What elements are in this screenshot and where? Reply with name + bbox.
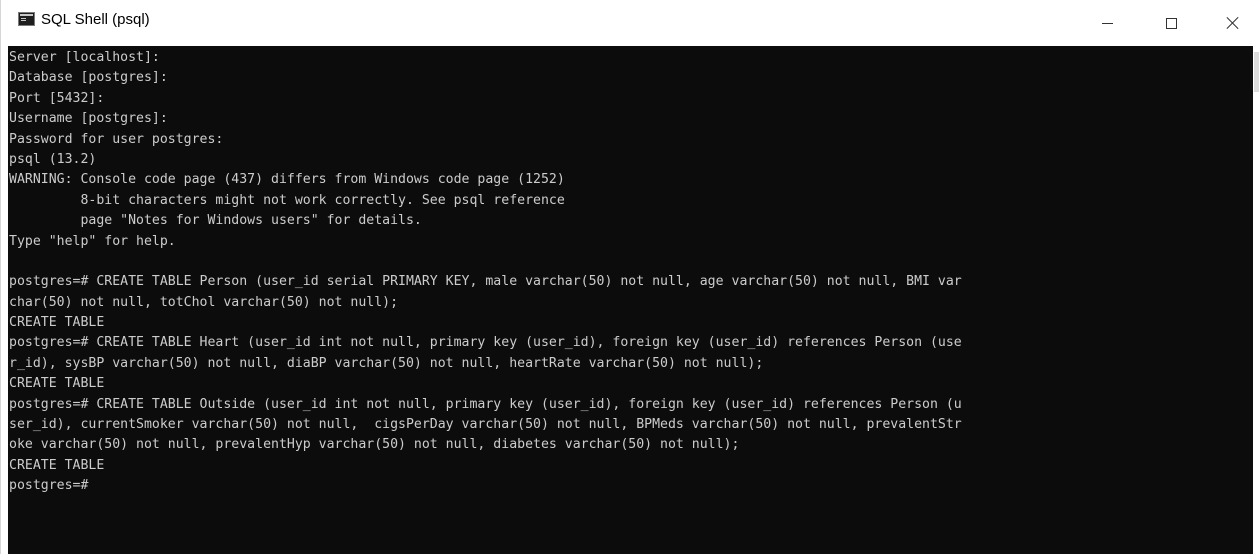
window-title: SQL Shell (psql) xyxy=(41,11,150,28)
title-bar[interactable]: SQL Shell (psql) xyxy=(1,0,1260,46)
console-line: page "Notes for Windows users" for detai… xyxy=(9,213,422,229)
scrollbar-thumb[interactable] xyxy=(1254,52,1259,92)
console-line: postgres=# CREATE TABLE Heart (user_id i… xyxy=(9,335,962,351)
console-line: oke varchar(50) not null, prevalentHyp v… xyxy=(9,437,740,453)
console-line: 8-bit characters might not work correctl… xyxy=(9,192,565,208)
console-line: psql (13.2) xyxy=(9,151,97,167)
scrollbar-track[interactable] xyxy=(1253,46,1260,554)
console-line: char(50) not null, totChol varchar(50) n… xyxy=(9,294,399,310)
psql-window: SQL Shell (psql) Server [localhost]: Dat… xyxy=(0,0,1260,554)
console-lines: Server [localhost]: Database [postgres]:… xyxy=(9,48,962,497)
minimize-icon xyxy=(1101,22,1113,24)
maximize-icon xyxy=(1165,17,1177,29)
console-line: CREATE TABLE xyxy=(9,457,105,473)
console-line: ser_id), currentSmoker varchar(50) not n… xyxy=(9,417,962,433)
console-line: CREATE TABLE xyxy=(9,315,105,331)
close-button[interactable] xyxy=(1203,0,1260,46)
minimize-button[interactable] xyxy=(1077,0,1137,46)
console-line: CREATE TABLE xyxy=(9,376,105,392)
console-prompt-line: postgres=# xyxy=(9,478,89,494)
console-app-icon xyxy=(18,12,35,26)
console-line: Port [5432]: xyxy=(9,90,105,106)
console-line: Username [postgres]: xyxy=(9,111,168,127)
console-output[interactable]: Server [localhost]: Database [postgres]:… xyxy=(8,46,1253,554)
console-line: postgres=# CREATE TABLE Outside (user_id… xyxy=(9,396,962,412)
console-line: Server [localhost]: xyxy=(9,50,160,65)
console-line: Database [postgres]: xyxy=(9,70,168,86)
console-line: Type "help" for help. xyxy=(9,233,176,249)
close-icon xyxy=(1226,16,1240,30)
maximize-button[interactable] xyxy=(1141,0,1201,46)
console-line: WARNING: Console code page (437) differs… xyxy=(9,172,565,188)
console-line: postgres=# CREATE TABLE Person (user_id … xyxy=(9,274,962,290)
console-line: Password for user postgres: xyxy=(9,131,224,147)
console-line: r_id), sysBP varchar(50) not null, diaBP… xyxy=(9,355,764,371)
